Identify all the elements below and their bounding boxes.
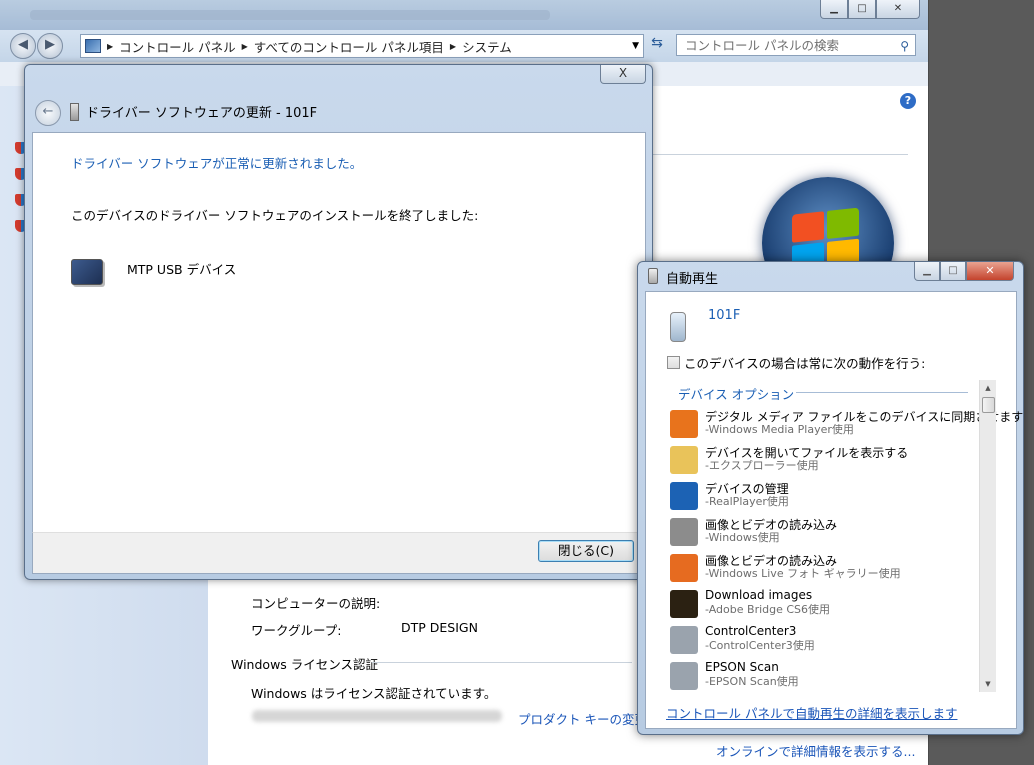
autoplay-option[interactable]: 画像とビデオの読み込み -Windows使用: [670, 516, 970, 550]
maximize-button[interactable]: □: [940, 262, 966, 281]
window-controls: ▁ □ ✕: [914, 262, 1014, 281]
usb-device-icon: [70, 103, 79, 121]
driver-update-dialog: X ← ドライバー ソフトウェアの更新 - 101F ドライバー ソフトウェアが…: [24, 64, 653, 580]
device-options-heading: デバイス オプション: [678, 387, 795, 402]
minimize-button[interactable]: ▁: [914, 262, 940, 281]
minimize-button[interactable]: ▁: [820, 0, 848, 19]
scroll-down-icon[interactable]: ▼: [980, 676, 996, 692]
window-controls: ▁ □ ✕: [820, 0, 920, 19]
camera-icon: [670, 518, 698, 546]
success-message: ドライバー ソフトウェアが正常に更新されました。: [71, 156, 363, 171]
option-program: -ControlCenter3使用: [705, 639, 815, 652]
breadcrumb-separator-icon: ▶: [241, 41, 248, 51]
autoplay-option[interactable]: デジタル メディア ファイルをこのデバイスに同期させます -Windows Med…: [670, 408, 1023, 442]
autoplay-option[interactable]: 画像とビデオの読み込み -Windows Live フォト ギャラリー使用: [670, 552, 970, 586]
maximize-button[interactable]: □: [848, 0, 876, 19]
forward-button[interactable]: ▶: [37, 33, 63, 59]
photo-gallery-icon: [670, 554, 698, 582]
navigation-bar: ◀ ▶ ▶ コントロール パネル ▶ すべてのコントロール パネル項目 ▶ シス…: [0, 30, 928, 62]
back-button[interactable]: ◀: [10, 33, 36, 59]
back-arrow-icon[interactable]: ←: [35, 100, 61, 126]
close-dialog-button[interactable]: 閉じる(C): [538, 540, 634, 562]
option-title: Download images: [705, 588, 813, 602]
search-input[interactable]: コントロール パネルの検索 ⚲: [676, 34, 916, 56]
phone-icon: [670, 312, 686, 342]
control-panel-icon: [85, 39, 101, 53]
folder-icon: [670, 446, 698, 474]
device-icon: [71, 259, 103, 285]
device-name: 101F: [708, 308, 741, 323]
scroll-thumb[interactable]: [982, 397, 995, 413]
realplayer-icon: [670, 482, 698, 510]
breadcrumb-separator-icon: ▶: [449, 41, 457, 51]
media-player-icon: [670, 410, 698, 438]
window-title-bar: ▁ □ ✕: [0, 0, 928, 30]
option-program: -Windows Media Player使用: [705, 423, 854, 436]
options-scrollbar[interactable]: ▲ ▼: [979, 380, 996, 692]
dropdown-arrow-icon[interactable]: ▼: [632, 41, 639, 51]
divider: [640, 154, 908, 155]
workgroup-label: ワークグループ:: [251, 623, 342, 638]
address-bar[interactable]: ▶ コントロール パネル ▶ すべてのコントロール パネル項目 ▶ システム ▼: [80, 34, 644, 58]
refresh-icon[interactable]: ⇆: [646, 35, 668, 55]
dialog-title: ドライバー ソフトウェアの更新 - 101F: [86, 106, 318, 121]
always-do-checkbox[interactable]: [667, 356, 680, 369]
product-id-redacted: [252, 710, 502, 722]
autoplay-option[interactable]: Download images -Adobe Bridge CS6使用: [670, 588, 970, 622]
option-program: -EPSON Scan使用: [705, 675, 799, 688]
dialog-body: ドライバー ソフトウェアが正常に更新されました。 このデバイスのドライバー ソフ…: [32, 132, 646, 534]
scanner-icon: [670, 662, 698, 690]
autoplay-option[interactable]: EPSON Scan -EPSON Scan使用: [670, 660, 970, 694]
option-program: -Windows使用: [705, 531, 780, 544]
scanner-icon: [670, 626, 698, 654]
autoplay-option[interactable]: デバイスの管理 -RealPlayer使用: [670, 480, 970, 514]
search-placeholder: コントロール パネルの検索: [685, 38, 839, 53]
divider: [372, 662, 632, 663]
scroll-up-icon[interactable]: ▲: [980, 380, 996, 396]
autoplay-option[interactable]: デバイスを開いてファイルを表示する -エクスプローラー使用: [670, 444, 970, 478]
option-program: -RealPlayer使用: [705, 495, 789, 508]
blurred-menu: [30, 10, 550, 20]
option-title: EPSON Scan: [705, 660, 779, 674]
always-do-label[interactable]: このデバイスの場合は常に次の動作を行う:: [684, 353, 925, 372]
close-button[interactable]: ✕: [876, 0, 920, 19]
option-program: -Adobe Bridge CS6使用: [705, 603, 831, 616]
search-icon[interactable]: ⚲: [900, 35, 909, 57]
breadcrumb-item[interactable]: システム: [462, 37, 512, 56]
breadcrumb-separator-icon: ▶: [107, 41, 114, 51]
autoplay-option[interactable]: ControlCenter3 -ControlCenter3使用: [670, 624, 970, 658]
install-message: このデバイスのドライバー ソフトウェアのインストールを終了しました:: [71, 208, 479, 223]
computer-description-label: コンピューターの説明:: [251, 596, 381, 611]
breadcrumb-item[interactable]: すべてのコントロール パネル項目: [254, 37, 444, 56]
close-button[interactable]: ✕: [966, 262, 1014, 281]
product-key-link[interactable]: プロダクト キーの変更: [518, 709, 647, 728]
autoplay-title: 自動再生: [666, 272, 719, 287]
help-icon[interactable]: ?: [900, 93, 916, 109]
device-name: MTP USB デバイス: [127, 262, 237, 277]
option-program: -Windows Live フォト ギャラリー使用: [705, 567, 901, 580]
option-program: -エクスプローラー使用: [705, 459, 819, 472]
option-title: ControlCenter3: [705, 624, 797, 638]
license-section-title: Windows ライセンス認証: [231, 657, 379, 672]
autoplay-body: 101F このデバイスの場合は常に次の動作を行う: デバイス オプション デジタ…: [645, 291, 1023, 729]
dialog-close-button[interactable]: X: [600, 65, 646, 84]
autoplay-window: 自動再生 ▁ □ ✕ 101F このデバイスの場合は常に次の動作を行う: デバイ…: [637, 261, 1024, 735]
license-status: Windows はライセンス認証されています。: [251, 686, 497, 701]
dialog-header: ← ドライバー ソフトウェアの更新 - 101F: [32, 97, 644, 131]
breadcrumb-item[interactable]: コントロール パネル: [119, 37, 235, 56]
autoplay-settings-link[interactable]: コントロール パネルで自動再生の詳細を表示します: [666, 703, 957, 722]
device-icon: [648, 268, 658, 284]
dialog-footer: 閉じる(C): [32, 532, 646, 574]
adobe-bridge-icon: [670, 590, 698, 618]
divider: [796, 392, 968, 393]
online-info-link[interactable]: オンラインで詳細情報を表示する...: [716, 741, 915, 760]
workgroup-value: DTP DESIGN: [401, 620, 478, 635]
